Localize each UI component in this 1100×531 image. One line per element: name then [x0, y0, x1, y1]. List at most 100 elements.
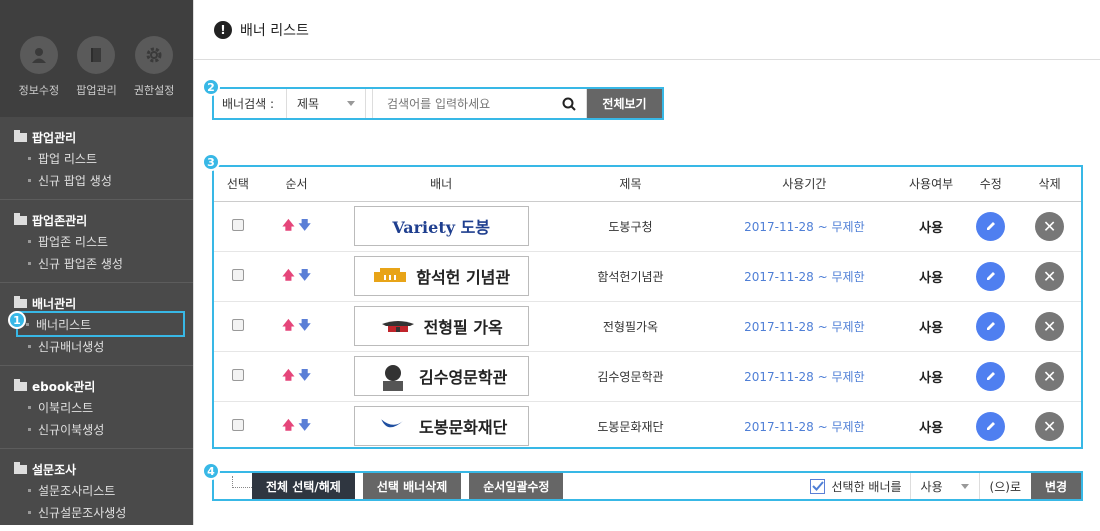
folder-icon: [14, 378, 27, 391]
close-icon: ✕: [1042, 266, 1057, 286]
table-row: 🡅 🡇 Variety 도봉 도봉구청 2017-11-28 ~ 무제한 사용 ✕: [214, 201, 1081, 252]
row-checkbox[interactable]: [231, 268, 244, 281]
menu-head-label: ebook관리: [32, 379, 96, 394]
folder-icon: [14, 461, 27, 474]
edit-button[interactable]: [976, 311, 1006, 341]
close-icon: ✕: [1042, 216, 1057, 236]
status-select[interactable]: 사용: [909, 473, 980, 499]
foundation-logo-icon: [381, 419, 403, 428]
row-title: 전형필가옥: [551, 301, 710, 352]
menu-head-label: 배너관리: [32, 296, 77, 311]
move-down-icon[interactable]: 🡇: [299, 216, 311, 237]
col-banner: 배너: [331, 167, 552, 202]
sidebar-item-popup-new[interactable]: 신규 팝업 생성: [0, 169, 193, 191]
edit-button[interactable]: [976, 411, 1006, 441]
move-up-icon[interactable]: 🡅: [282, 366, 294, 387]
banner-image: 함석헌 기념관: [353, 256, 529, 296]
move-down-icon[interactable]: 🡇: [299, 416, 311, 437]
banner-table: 선택 순서 배너 제목 사용기간 사용여부 수정 삭제 🡅 🡇 Variety 도…: [214, 167, 1081, 451]
row-period: 2017-11-28 ~ 무제한: [744, 419, 865, 434]
user-icon: [19, 36, 58, 74]
banner-image: 김수영문학관: [353, 356, 529, 396]
search-icon: [562, 97, 576, 111]
sidebar-item-banner-list[interactable]: 배너리스트: [16, 311, 185, 337]
row-status: 사용: [898, 201, 964, 252]
sidebar-item-banner-new[interactable]: 신규배너생성: [0, 335, 193, 357]
edit-button[interactable]: [976, 211, 1006, 241]
delete-button[interactable]: ✕: [1035, 311, 1065, 341]
menu-head-popup[interactable]: 팝업관리: [0, 127, 193, 147]
banner-image: Variety 도봉: [353, 206, 529, 246]
delete-button[interactable]: ✕: [1035, 361, 1065, 391]
delete-button[interactable]: ✕: [1035, 261, 1065, 291]
banner-image: 전형필 가옥: [353, 306, 529, 346]
row-status: 사용: [898, 351, 964, 402]
row-checkbox[interactable]: [231, 418, 244, 431]
menu-head-survey[interactable]: 설문조사: [0, 459, 193, 479]
folder-icon: [14, 295, 27, 308]
sidebar-top-icons: 정보수정 팝업관리 권한설정: [0, 0, 193, 117]
pencil-icon: [986, 272, 995, 280]
move-down-icon[interactable]: 🡇: [299, 316, 311, 337]
bulk-order-button[interactable]: 순서일괄수정: [469, 473, 564, 499]
table-row: 🡅 🡇 김수영문학관 김수영문학관 2017-11-28 ~ 무제한 사용 ✕: [214, 351, 1081, 402]
sidebar-item-popupzone-list[interactable]: 팝업존 리스트: [0, 230, 193, 252]
popup-manage-button[interactable]: 팝업관리: [68, 36, 124, 117]
table-row: 🡅 🡇 전형필 가옥 전형필가옥 2017-11-28 ~ 무제한 사용 ✕: [214, 301, 1081, 352]
chevron-down-icon: [960, 483, 969, 489]
move-down-icon[interactable]: 🡇: [299, 266, 311, 287]
select-all-button[interactable]: 전체 선택/해제: [252, 473, 355, 499]
move-up-icon[interactable]: 🡅: [282, 416, 294, 437]
delete-button[interactable]: ✕: [1035, 411, 1065, 441]
row-checkbox[interactable]: [231, 318, 244, 331]
row-checkbox[interactable]: [231, 218, 244, 231]
page-title: 배너 리스트: [240, 22, 309, 39]
sidebar-item-ebook-list[interactable]: 이북리스트: [0, 396, 193, 418]
search-button[interactable]: [551, 89, 587, 118]
selected-checkbox[interactable]: [810, 478, 826, 494]
permission-label: 권한설정: [133, 84, 175, 97]
menu-head-banner[interactable]: 배너관리: [0, 293, 193, 313]
move-up-icon[interactable]: 🡅: [282, 266, 294, 287]
sidebar: 정보수정 팝업관리 권한설정 팝업관리 팝업 리스트 신규 팝업 생성 팝업존관…: [0, 0, 193, 525]
edit-button[interactable]: [976, 261, 1006, 291]
change-button[interactable]: 변경: [1031, 473, 1081, 499]
sidebar-item-popupzone-new[interactable]: 신규 팝업존 생성: [0, 252, 193, 274]
search-field-select[interactable]: 제목: [286, 89, 366, 118]
close-icon: ✕: [1042, 316, 1057, 336]
suffix-label: (으)로: [989, 479, 1021, 494]
folder-icon: [14, 129, 27, 142]
menu-head-popupzone[interactable]: 팝업존관리: [0, 210, 193, 230]
row-status: 사용: [919, 420, 944, 436]
info-edit-button[interactable]: 정보수정: [11, 36, 67, 117]
row-period: 2017-11-28 ~ 무제한: [709, 351, 899, 402]
search-input[interactable]: [372, 89, 551, 118]
callout-2: 2: [202, 78, 220, 96]
menu-group-ebook: ebook관리 이북리스트 신규이북생성: [0, 366, 193, 449]
menu-group-survey: 설문조사 설문조사리스트 신규설문조사생성: [0, 449, 193, 531]
table-header-row: 선택 순서 배너 제목 사용기간 사용여부 수정 삭제: [214, 167, 1081, 202]
sidebar-item-ebook-new[interactable]: 신규이북생성: [0, 418, 193, 440]
delete-selected-button[interactable]: 선택 배너삭제: [362, 473, 462, 499]
menu-head-label: 설문조사: [32, 462, 77, 477]
bulk-status-controls: 선택한 배너를 사용 (으)로 변경: [810, 473, 1081, 499]
menu-head-ebook[interactable]: ebook관리: [0, 376, 193, 396]
move-down-icon[interactable]: 🡇: [299, 366, 311, 387]
sidebar-item-popup-list[interactable]: 팝업 리스트: [0, 147, 193, 169]
edit-button[interactable]: [976, 361, 1006, 391]
row-checkbox[interactable]: [231, 368, 244, 381]
banner-search-bar: 배너검색 : 제목 전체보기: [212, 87, 664, 120]
banner-image-text: 전형필 가옥: [423, 318, 503, 337]
sidebar-item-survey-new[interactable]: 신규설문조사생성: [0, 501, 193, 523]
move-up-icon[interactable]: 🡅: [282, 216, 294, 237]
view-all-button[interactable]: 전체보기: [587, 89, 662, 118]
row-period: 2017-11-28 ~ 무제한: [709, 301, 899, 352]
tree-connector: [232, 476, 252, 488]
menu-head-label: 팝업존관리: [32, 213, 88, 228]
page-header: ! 배너 리스트: [194, 0, 1100, 60]
move-up-icon[interactable]: 🡅: [282, 316, 294, 337]
sidebar-item-survey-list[interactable]: 설문조사리스트: [0, 479, 193, 501]
delete-button[interactable]: ✕: [1035, 211, 1065, 241]
callout-3: 3: [202, 153, 220, 171]
permission-button[interactable]: 권한설정: [126, 36, 182, 117]
